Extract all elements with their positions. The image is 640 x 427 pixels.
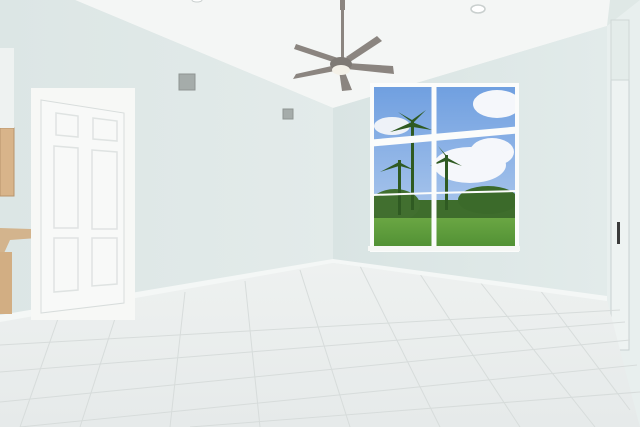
empty-room-photo (0, 0, 640, 427)
room-illustration (0, 0, 640, 427)
air-vent-large (178, 73, 196, 91)
air-vent-small (282, 108, 294, 120)
kitchen-cabinet (0, 128, 14, 196)
closet-door-handle (617, 222, 620, 244)
fan-light (332, 65, 350, 75)
cloud (473, 90, 517, 118)
window-sill (368, 246, 520, 251)
closet-door-frame (610, 59, 630, 351)
window (372, 85, 517, 250)
recessed-light (470, 4, 486, 14)
recessed-light (191, 0, 203, 3)
